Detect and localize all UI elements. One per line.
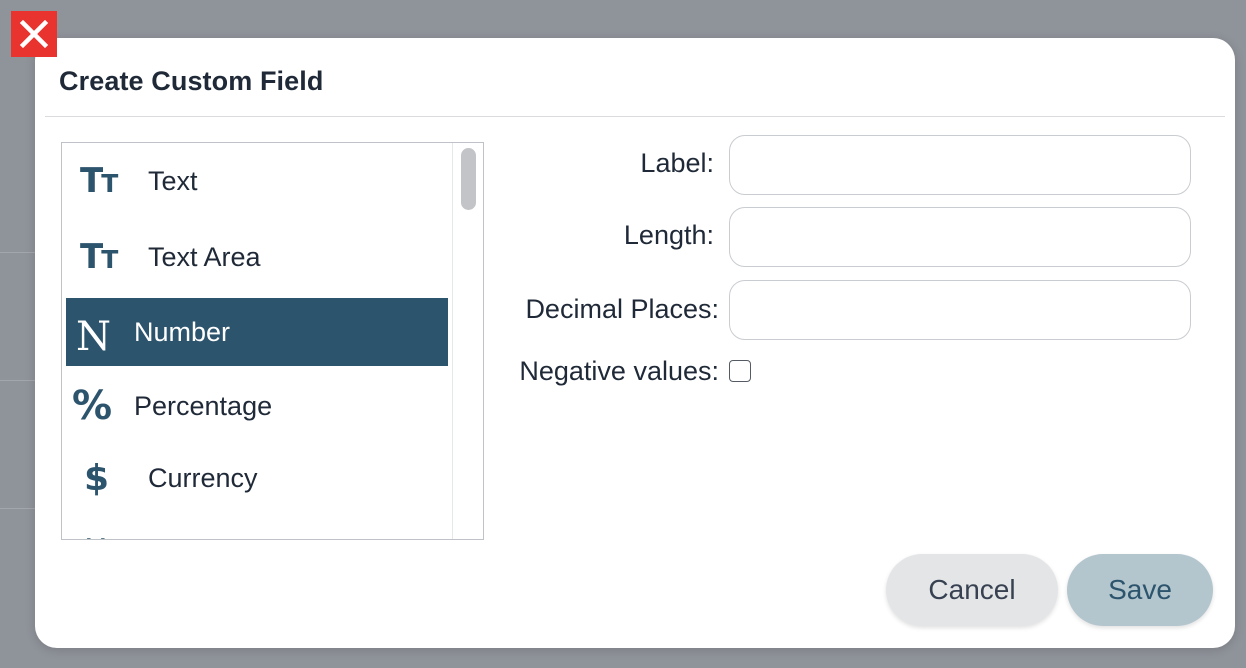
text-area-icon: TT <box>80 237 118 277</box>
calendar-icon: ⊔ <box>84 530 108 540</box>
length-field-label: Length: <box>623 220 714 250</box>
title-divider <box>45 116 1225 117</box>
create-custom-field-dialog: Create Custom Field TT Text TT Text Area… <box>35 38 1235 648</box>
field-type-list[interactable]: TT Text TT Text Area N Number % Percenta… <box>61 142 484 540</box>
field-type-label: Text Area <box>148 241 261 272</box>
dialog-title: Create Custom Field <box>59 66 324 96</box>
background-divider <box>0 380 40 381</box>
field-type-label: Text <box>148 165 198 196</box>
field-type-label: Currency <box>148 462 258 493</box>
field-type-text[interactable]: TT Text <box>66 147 448 215</box>
decimal-places-field-label: Decimal Places: <box>525 294 719 324</box>
decimal-places-input[interactable] <box>729 280 1191 340</box>
list-scrollbar-thumb[interactable] <box>461 148 476 210</box>
number-icon: N <box>76 314 111 360</box>
cancel-button[interactable]: Cancel <box>886 554 1058 626</box>
field-type-number[interactable]: N Number <box>66 298 448 366</box>
label-input[interactable] <box>729 135 1191 195</box>
field-type-partial[interactable]: ⊔ <box>66 513 448 540</box>
field-type-label: Percentage <box>134 390 273 421</box>
currency-icon: $ <box>84 457 110 499</box>
negative-values-checkbox[interactable] <box>729 360 751 382</box>
save-button[interactable]: Save <box>1067 554 1213 626</box>
field-type-percentage[interactable]: % Percentage <box>66 372 448 440</box>
percentage-icon: % <box>72 383 113 429</box>
label-field-label: Label: <box>640 148 714 178</box>
background-divider <box>0 508 40 509</box>
negative-values-label: Negative values: <box>519 356 719 386</box>
text-icon: TT <box>80 161 118 201</box>
close-icon <box>19 19 49 49</box>
field-type-label: Number <box>134 316 231 347</box>
field-type-text-area[interactable]: TT Text Area <box>66 223 448 291</box>
list-scrollbar[interactable] <box>452 143 483 539</box>
close-button[interactable] <box>11 11 57 57</box>
background-divider <box>0 252 40 253</box>
field-type-currency[interactable]: $ Currency <box>66 444 448 512</box>
length-input[interactable] <box>729 207 1191 267</box>
